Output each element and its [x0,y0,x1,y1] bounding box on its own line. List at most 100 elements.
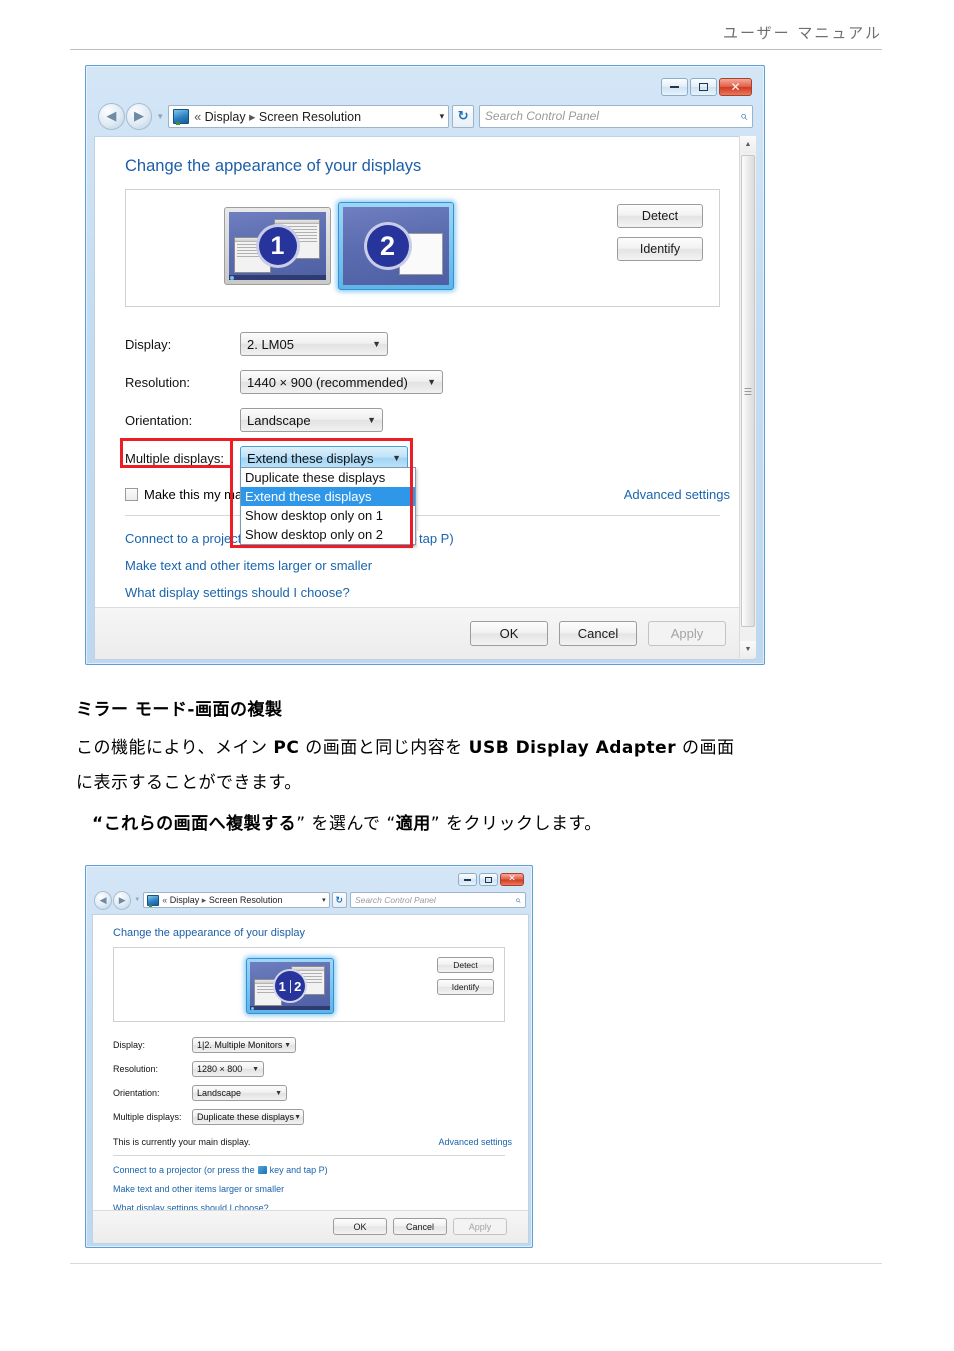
advanced-settings-link[interactable]: Advanced settings [624,487,730,502]
multiple-displays-dropdown-list[interactable]: Duplicate these displays Extend these di… [240,467,416,545]
search-icon: ⌕ [515,894,522,906]
vertical-scrollbar-1[interactable]: ▲ ▼ [739,136,756,658]
orientation-select[interactable]: Landscape ▼ [192,1085,287,1101]
chevron-down-icon: ▼ [252,1065,259,1073]
breadcrumb-address-box[interactable]: « Display ▸ Screen Resolution ▾ [143,892,330,908]
display-select[interactable]: 2. LM05 ▼ [240,332,388,356]
dropdown-option-label: Show desktop only on 2 [245,527,384,542]
detect-button[interactable]: Detect [437,957,494,973]
display-select-value: 1|2. Multiple Monitors [197,1040,283,1050]
breadcrumb: « Display ▸ Screen Resolution [162,895,282,906]
cancel-button[interactable]: Cancel [393,1218,447,1235]
multiple-displays-field-label: Multiple displays: [125,450,224,466]
breadcrumb-item-screen-resolution[interactable]: Screen Resolution [209,895,283,905]
instruction-apply-label: 適用 [395,814,431,834]
history-chevron-icon[interactable]: ▼ [156,112,164,121]
detect-button-label: Detect [453,960,478,970]
chevron-down-icon: ▼ [294,1113,301,1121]
multiple-displays-select-value: Extend these displays [247,450,374,466]
monitor-preview-merged[interactable]: 12 [246,958,334,1014]
monitor-preview-1[interactable]: 1 [224,207,331,285]
display-field-label: Display: [125,336,172,352]
window-content-2: Change the appearance of your display 1 … [92,914,529,1244]
make-text-larger-link[interactable]: Make text and other items larger or smal… [125,558,372,573]
breadcrumb-item-display[interactable]: Display [205,110,246,124]
screen-resolution-window-1: ✕ ◀ ▶ ▼ « Display ▸ Screen Resolution ▾ … [85,65,765,665]
instruction-middle: ” を選んで “ [296,814,396,834]
maximize-button[interactable] [479,873,498,886]
forward-arrow-icon: ▶ [118,894,126,905]
maximize-icon [485,876,492,883]
search-input[interactable]: Search Control Panel ⌕ [478,104,753,128]
display-select[interactable]: 1|2. Multiple Monitors ▼ [192,1037,296,1053]
orientation-select-value: Landscape [247,412,311,428]
forward-button[interactable]: ▶ [125,102,153,130]
ok-button[interactable]: OK [470,621,548,646]
connect-projector-link[interactable]: Connect to a projector (or press the key… [113,1165,328,1175]
multiple-displays-select[interactable]: Duplicate these displays ▼ [192,1109,304,1125]
dropdown-option[interactable]: Show desktop only on 1 [241,506,415,525]
minimize-button[interactable] [661,78,688,96]
display-field-label: Display: [113,1040,146,1050]
scrollbar-thumb[interactable] [741,155,755,627]
refresh-button[interactable]: ↻ [331,892,347,908]
scroll-up-button[interactable]: ▲ [740,136,756,153]
address-dropdown-icon[interactable]: ▾ [440,111,445,122]
what-settings-link[interactable]: What display settings should I choose? [125,585,350,600]
search-input[interactable]: Search Control Panel ⌕ [349,892,527,908]
orientation-select-value: Landscape [197,1088,242,1098]
back-arrow-icon: ◀ [106,108,117,123]
page-footer-rule [70,1263,882,1264]
minimize-icon [670,86,679,88]
apply-button-label: Apply [670,626,704,641]
monitor-preview-2[interactable]: 2 [338,202,454,290]
make-main-display-checkbox[interactable] [125,488,138,501]
history-chevron-icon[interactable]: ▼ [134,897,140,903]
field-row-resolution: Resolution: 1440 × 900 (recommended) ▼ [125,370,443,394]
address-bar-2: ◀ ▶ ▼ « Display ▸ Screen Resolution ▾ ↻ … [94,890,527,910]
connect-projector-text-a: Connect to a projector (or press the [113,1165,255,1175]
back-button[interactable]: ◀ [94,890,113,910]
start-orb-icon [230,275,234,280]
resolution-select[interactable]: 1440 × 900 (recommended) ▼ [240,370,443,394]
cancel-button-label: Cancel [577,626,619,641]
orientation-select[interactable]: Landscape ▼ [240,408,383,432]
cancel-button[interactable]: Cancel [559,621,637,646]
identify-button-label: Identify [451,982,480,992]
apply-button: Apply [453,1218,507,1235]
resolution-select-value: 1440 × 900 (recommended) [247,374,408,390]
refresh-button[interactable]: ↻ [452,104,474,128]
divider [113,1155,505,1156]
resolution-select[interactable]: 1280 × 800 ▼ [192,1061,264,1077]
identify-button[interactable]: Identify [437,979,494,995]
dropdown-option[interactable]: Duplicate these displays [241,468,415,487]
scroll-down-button[interactable]: ▼ [740,641,756,658]
make-text-larger-link[interactable]: Make text and other items larger or smal… [113,1184,284,1194]
back-button[interactable]: ◀ [98,102,125,130]
identify-button[interactable]: Identify [617,237,703,261]
minimize-button[interactable] [458,873,477,886]
dropdown-option[interactable]: Extend these displays [241,487,415,506]
breadcrumb-item-display[interactable]: Display [170,895,200,905]
search-placeholder: Search Control Panel [354,895,436,905]
window-caption-buttons-1: ✕ [661,78,752,96]
monitor-taskbar [250,1006,330,1010]
detect-button[interactable]: Detect [617,204,703,228]
advanced-settings-link[interactable]: Advanced settings [438,1137,512,1147]
dropdown-option-label: Show desktop only on 1 [245,508,384,523]
address-dropdown-icon[interactable]: ▾ [322,896,326,904]
dropdown-option[interactable]: Show desktop only on 2 [241,525,415,544]
close-button[interactable]: ✕ [500,873,524,886]
maximize-button[interactable] [690,78,717,96]
close-button[interactable]: ✕ [719,78,752,96]
ok-button[interactable]: OK [333,1218,387,1235]
detect-button-label: Detect [641,209,679,223]
forward-button[interactable]: ▶ [113,890,132,910]
instruction-duplicate-label: これらの画面へ複製する [103,814,297,834]
breadcrumb-address-box[interactable]: « Display ▸ Screen Resolution ▾ [168,104,450,128]
ok-button-label: OK [353,1221,367,1232]
breadcrumb-item-screen-resolution[interactable]: Screen Resolution [259,110,361,124]
start-orb-icon [251,1006,254,1010]
breadcrumb-prefix: « [162,894,168,905]
field-row-orientation: Orientation: Landscape ▼ [113,1085,287,1101]
